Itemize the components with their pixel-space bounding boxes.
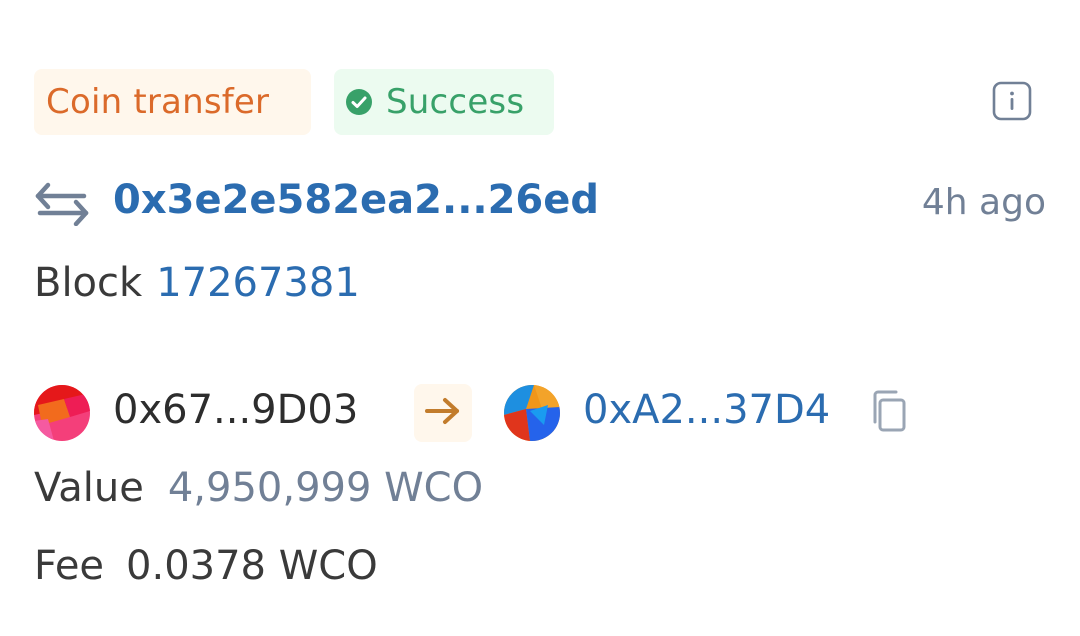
block-label: Block xyxy=(34,260,143,306)
transaction-card: Coin transfer Success 0x3e2e582ea2...26e… xyxy=(0,0,1080,636)
to-address-avatar xyxy=(504,385,560,441)
tx-type-tag: Coin transfer xyxy=(34,69,311,135)
info-button[interactable] xyxy=(992,81,1032,125)
swap-arrows-icon xyxy=(34,182,90,227)
status-tag: Success xyxy=(334,69,554,135)
copy-address-button[interactable] xyxy=(866,389,910,437)
fee-amount: 0.0378 WCO xyxy=(126,543,378,589)
tx-hash-link[interactable]: 0x3e2e582ea2...26ed xyxy=(113,177,599,223)
info-icon xyxy=(992,81,1032,125)
from-address-avatar xyxy=(34,385,90,441)
block-number-link[interactable]: 17267381 xyxy=(156,260,360,306)
value-row: Value 4,950,999 WCO xyxy=(34,465,483,511)
arrow-right-icon xyxy=(424,396,462,430)
value-amount: 4,950,999 WCO xyxy=(167,465,484,511)
status-label: Success xyxy=(386,82,525,122)
check-circle-icon xyxy=(345,88,373,116)
to-address-link[interactable]: 0xA2...37D4 xyxy=(583,387,830,433)
tx-type-label: Coin transfer xyxy=(46,82,270,122)
tx-hash-row: 0x3e2e582ea2...26ed 4h ago xyxy=(34,172,1046,236)
direction-indicator xyxy=(414,384,472,442)
copy-icon xyxy=(868,389,908,437)
from-address: 0x67...9D03 xyxy=(113,387,359,433)
tx-timestamp: 4h ago xyxy=(921,182,1046,223)
fee-row: Fee 0.0378 WCO xyxy=(34,543,378,589)
value-label: Value xyxy=(34,465,144,511)
fee-label: Fee xyxy=(34,543,105,589)
block-row: Block 17267381 xyxy=(34,260,360,306)
address-row: 0x67...9D03 0xA2...37D4 xyxy=(34,380,1046,446)
